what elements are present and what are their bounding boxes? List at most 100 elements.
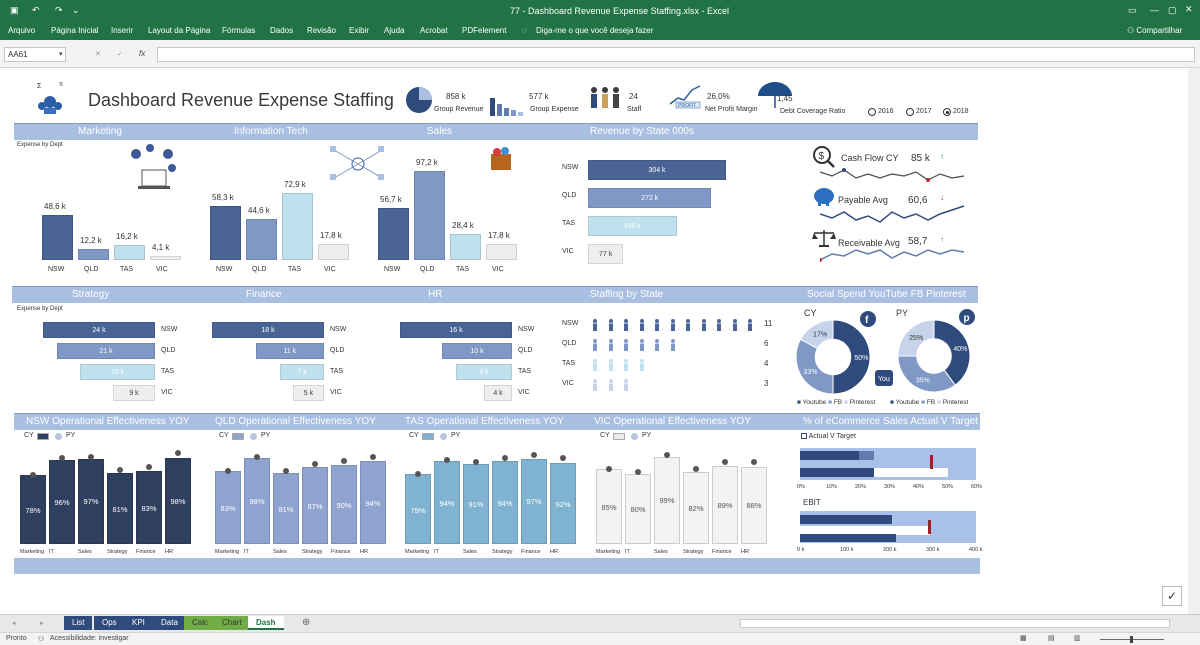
enter-icon[interactable]: ✓ — [117, 50, 123, 58]
dept-bar — [78, 248, 109, 260]
expense-hbar: 10 k — [442, 343, 512, 359]
status-ready: Pronto — [6, 635, 27, 642]
ribbon-options-icon[interactable]: ▭ — [1128, 5, 1137, 16]
cy-legend: ■ Youtube ■ FB ■ Pinterest — [797, 399, 876, 406]
section-tas-op: TAS Operational Effectiveness YOY — [405, 416, 564, 427]
op-bar-value: 81% — [112, 504, 128, 514]
person-icon — [716, 318, 722, 331]
redo-icon[interactable]: ↷ — [55, 5, 63, 16]
dept-bar-value: 56,7 k — [380, 194, 402, 204]
section-marketing: Marketing — [78, 126, 122, 137]
year-2016-radio[interactable] — [868, 108, 876, 116]
menu-layout[interactable]: Layout da Página — [148, 26, 210, 35]
tab-ops[interactable]: Ops — [94, 616, 125, 630]
tab-chart[interactable]: Chart — [214, 616, 250, 630]
sheet-area[interactable]: Σπ Dashboard Revenue Expense Staffing 85… — [0, 68, 1188, 614]
dashboard-title: Dashboard Revenue Expense Staffing — [88, 90, 394, 110]
dept-bar-value: 17,8 k — [488, 230, 510, 240]
rev-state-label: QLD — [562, 192, 577, 199]
legend-cy-swatch — [613, 433, 625, 440]
state-label: QLD — [161, 347, 176, 354]
prev-sheet-icon[interactable]: ◂ — [12, 619, 16, 627]
rev-state-value: 77 k — [599, 250, 613, 258]
menu-pdfelement[interactable]: PDFelement — [462, 26, 506, 35]
save-icon[interactable]: ▣ — [10, 5, 19, 16]
py-marker — [473, 458, 479, 465]
up-arrow-icon: ↑ — [940, 152, 944, 161]
menu-dados[interactable]: Dados — [270, 26, 293, 35]
ebit-label: EBIT — [803, 498, 821, 507]
staffing-count: 3 — [764, 379, 769, 388]
op-bar: 82% — [683, 471, 709, 544]
tab-kpi[interactable]: KPI — [124, 616, 153, 630]
accessibility-icon: ⚇ — [38, 636, 45, 643]
accessibility-status[interactable]: Acessibilidade: investigar — [50, 635, 129, 642]
formula-input[interactable] — [157, 47, 1195, 62]
menu-pagina-inicial[interactable]: Página Inicial — [51, 26, 99, 35]
menu-inserir[interactable]: Inserir — [111, 26, 133, 35]
menu-formulas[interactable]: Fórmulas — [222, 26, 255, 35]
group-expense-value: 577 k — [529, 92, 549, 101]
legend-youtube: Youtube — [895, 399, 920, 406]
py-marker — [117, 466, 123, 473]
name-box[interactable]: AA61 — [4, 47, 66, 62]
tab-list[interactable]: List — [64, 616, 93, 630]
add-sheet-icon[interactable]: ⊕ — [302, 617, 310, 628]
fx-icon[interactable]: fx — [139, 49, 145, 58]
expense-hbar: 5 k — [292, 385, 324, 401]
tab-dash[interactable]: Dash — [248, 616, 284, 630]
tab-data[interactable]: Data — [153, 616, 186, 630]
menu-exibir[interactable]: Exibir — [349, 26, 369, 35]
zoom-thumb[interactable] — [1130, 636, 1133, 643]
person-icon — [623, 358, 629, 371]
tell-me-search[interactable]: Diga-me o que você deseja fazer — [536, 26, 653, 35]
ebit-axis-tick: 100 k — [840, 547, 854, 553]
cancel-icon[interactable]: ✕ — [95, 50, 101, 58]
op-bar-value: 94% — [497, 498, 513, 508]
expense-hbar: 9 k — [113, 385, 155, 401]
minimize-icon[interactable]: — — [1150, 5, 1159, 15]
person-icon — [654, 318, 660, 331]
close-icon[interactable]: ✕ — [1185, 4, 1193, 15]
year-2017-radio[interactable] — [906, 108, 914, 116]
social-laptop-icon — [128, 144, 188, 199]
check-icon[interactable]: ✓ — [1162, 586, 1182, 606]
customize-icon[interactable]: ⌄ — [72, 5, 80, 16]
donut-py: 40% 35% 25% — [898, 320, 970, 392]
op-bar-value: 87% — [307, 501, 323, 511]
op-bar: 91% — [463, 463, 489, 544]
share-button[interactable]: ⚇ Compartilhar — [1127, 26, 1182, 35]
vertical-scrollbar[interactable] — [1188, 68, 1200, 614]
py-marker — [560, 455, 566, 462]
legend-cy: CY — [24, 432, 34, 439]
op-bar-value: 90% — [336, 500, 352, 510]
op-bar-value: 78% — [25, 506, 41, 516]
next-sheet-icon[interactable]: ▸ — [40, 619, 44, 627]
menu-revisao[interactable]: Revisão — [307, 26, 336, 35]
op-bar-value: 96% — [54, 497, 70, 507]
undo-icon[interactable]: ↶ — [32, 5, 40, 16]
maximize-icon[interactable]: ▢ — [1168, 5, 1177, 16]
menu-ajuda[interactable]: Ajuda — [384, 26, 404, 35]
menu-arquivo[interactable]: Arquivo — [8, 26, 35, 35]
normal-view-icon[interactable]: ▦ — [1020, 634, 1027, 642]
group-revenue-label: Group Revenue — [434, 106, 484, 113]
page-layout-icon[interactable]: ▤ — [1048, 634, 1055, 642]
menu-acrobat[interactable]: Acrobat — [420, 26, 448, 35]
op-bar-value: 91% — [468, 500, 484, 510]
youtube-icon: You — [875, 370, 893, 391]
state-label: NSW — [48, 266, 65, 273]
ecom-axis-tick: 30% — [884, 484, 896, 490]
rev-state-label: NSW — [562, 164, 579, 171]
year-2018-radio[interactable] — [943, 108, 951, 116]
py-marker — [341, 457, 347, 464]
category-label: IT — [49, 549, 54, 555]
tab-calc[interactable]: Calc — [184, 616, 217, 630]
horizontal-scrollbar[interactable] — [740, 619, 1170, 628]
state-label: TAS — [288, 266, 302, 273]
state-label: VIC — [324, 266, 336, 273]
py-marker — [225, 467, 231, 474]
page-break-icon[interactable]: ▥ — [1074, 634, 1081, 642]
dept-bar-value: 72,9 k — [284, 179, 306, 189]
chevron-down-icon[interactable]: ▾ — [59, 50, 63, 58]
